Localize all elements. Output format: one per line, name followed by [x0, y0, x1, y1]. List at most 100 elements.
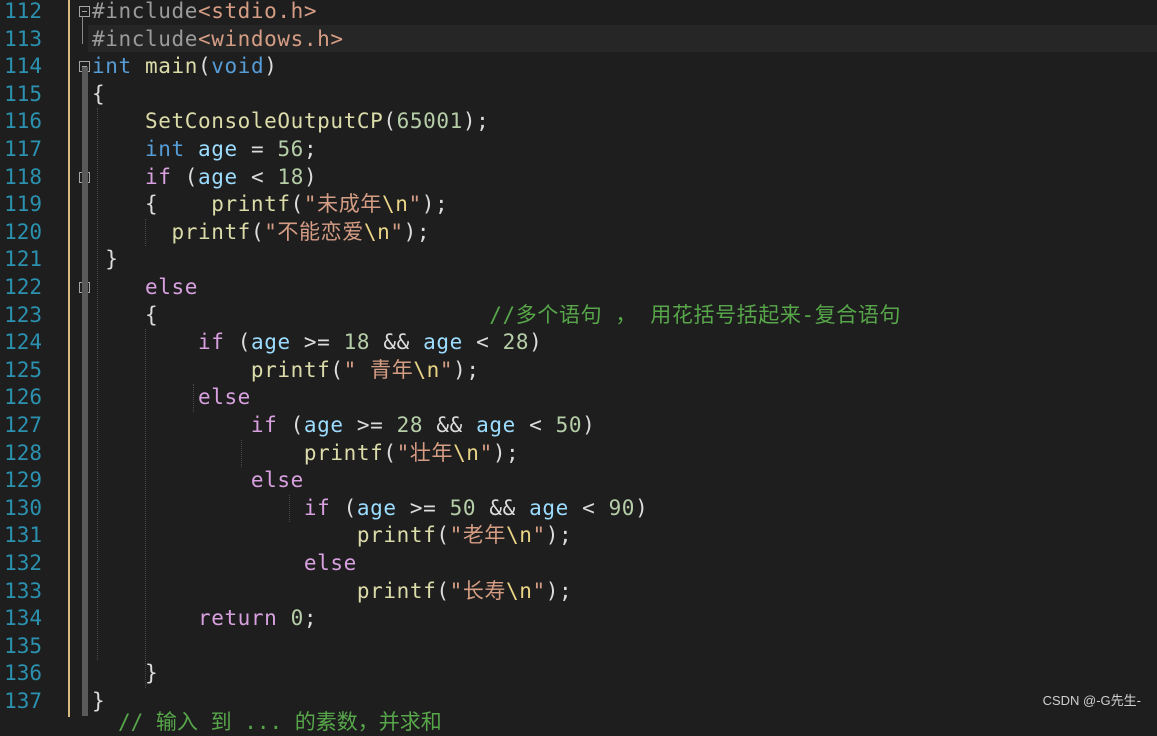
code-token: age [303, 413, 344, 437]
code-token: "长寿 [449, 578, 507, 603]
line-number: 135 [4, 633, 42, 658]
code-line[interactable]: 130 if (age >= 50 && age < 90) [0, 495, 1157, 523]
code-token: ) [264, 54, 278, 79]
code-token: } [92, 247, 119, 272]
code-token: int [92, 54, 132, 79]
code-token: { [92, 81, 106, 106]
code-token: else [303, 551, 357, 575]
collapse-toggle-icon[interactable] [79, 6, 90, 17]
code-token: ); [421, 192, 449, 217]
code-token: printf [356, 523, 437, 548]
code-token: ( [436, 523, 450, 548]
code-token: //多个语句 ， 用花括号括起来-复合语句 [489, 302, 902, 327]
code-line[interactable]: 121 } [0, 246, 1157, 274]
code-token: age [356, 495, 397, 520]
code-line[interactable]: 112 #include<stdio.h> [0, 0, 1157, 26]
code-editor[interactable]: 112 #include<stdio.h> 113 #include<windows.… [0, 0, 1157, 734]
code-token: 0 [290, 606, 304, 631]
code-token: " [479, 440, 493, 465]
code-token: "老年 [449, 523, 507, 548]
code-line[interactable]: 115 { [0, 81, 1157, 109]
code-token: \n [363, 219, 391, 244]
code-token: } [92, 689, 106, 713]
code-token: 18 [343, 330, 371, 355]
code-token: 18 [277, 164, 304, 189]
line-number: 112 [4, 0, 42, 23]
code-line[interactable]: 117 int age = 56; [0, 136, 1157, 164]
code-token: 90 [608, 495, 636, 520]
code-token: printf [211, 192, 291, 217]
code-token: age [197, 164, 238, 189]
code-line[interactable]: 120 printf("不能恋爱\n"); [0, 219, 1157, 247]
code-token: " [390, 219, 404, 244]
code-token: 56 [277, 137, 304, 161]
code-line[interactable]: 114 int main(void) [0, 53, 1157, 81]
code-text: #include<windows.h> [92, 26, 344, 54]
code-text: else [92, 274, 198, 302]
indent-guide [145, 329, 146, 688]
code-text: } [92, 688, 105, 716]
line-number: 126 [4, 385, 42, 410]
line-number: 129 [4, 468, 42, 493]
code-token: age [476, 413, 516, 437]
code-token: "未成年 [303, 192, 382, 217]
code-token: < [515, 413, 556, 437]
code-token: ); [462, 109, 490, 134]
code-line[interactable]: 129 else [0, 467, 1157, 495]
code-line[interactable]: 135 [0, 633, 1157, 661]
code-text: if (age >= 50 && age < 90) [92, 495, 648, 523]
code-line[interactable]: 118 if (age < 18) [0, 164, 1157, 192]
line-number: 134 [4, 606, 42, 631]
code-line[interactable]: 113 #include<windows.h> [0, 26, 1157, 54]
code-line[interactable]: 127 if (age >= 28 && age < 50) [0, 412, 1157, 440]
code-line[interactable]: 132 else [0, 550, 1157, 578]
code-line[interactable]: 133 printf("长寿\n"); [0, 578, 1157, 606]
code-line[interactable]: 128 printf("壮年\n"); [0, 440, 1157, 468]
code-text: int main(void) [92, 53, 277, 81]
code-token: \n [381, 192, 409, 217]
code-token: age [197, 137, 238, 161]
line-number: 123 [4, 302, 42, 327]
code-line[interactable]: 136 } [0, 660, 1157, 688]
code-token: <stdio.h> [197, 0, 318, 23]
code-token: ( [330, 495, 357, 520]
code-text: { printf("未成年\n"); [92, 191, 448, 219]
code-token: ) [529, 330, 543, 355]
line-number: 131 [4, 523, 42, 548]
code-token: } [92, 661, 159, 686]
code-token: ( [383, 440, 397, 465]
code-token: < [568, 495, 609, 520]
code-line[interactable]: 125 printf(" 青年\n"); [0, 357, 1157, 385]
code-line[interactable]: 134 return 0; [0, 605, 1157, 633]
code-token: ( [290, 192, 304, 217]
indent-guide [289, 494, 290, 523]
code-line[interactable]: 116 SetConsoleOutputCP(65001); [0, 108, 1157, 136]
code-line[interactable]: 126 else [0, 384, 1157, 412]
code-token: >= [396, 495, 450, 520]
code-token: printf [250, 357, 331, 382]
code-text: else [92, 384, 251, 412]
line-number: 119 [4, 192, 42, 217]
code-text: return 0; [92, 605, 317, 633]
code-line[interactable]: 122 else [0, 274, 1157, 302]
code-token: else [144, 275, 198, 299]
code-token: "壮年 [396, 440, 454, 465]
code-token: >= [290, 330, 344, 355]
code-text: if (age < 18) [92, 164, 317, 192]
code-text: else [92, 467, 304, 495]
code-token: "不能恋爱 [264, 219, 364, 244]
code-token: = [237, 137, 278, 161]
code-token: <windows.h> [197, 26, 344, 51]
code-line[interactable]: 123 { //多个语句 ， 用花括号括起来-复合语句 [0, 302, 1157, 330]
code-line[interactable]: 131 printf("老年\n"); [0, 522, 1157, 550]
line-number: 121 [4, 247, 42, 272]
code-line[interactable]: 124 if (age >= 18 && age < 28) [0, 329, 1157, 357]
code-token: printf [356, 578, 437, 603]
code-line[interactable]: 119 { printf("未成年\n"); [0, 191, 1157, 219]
